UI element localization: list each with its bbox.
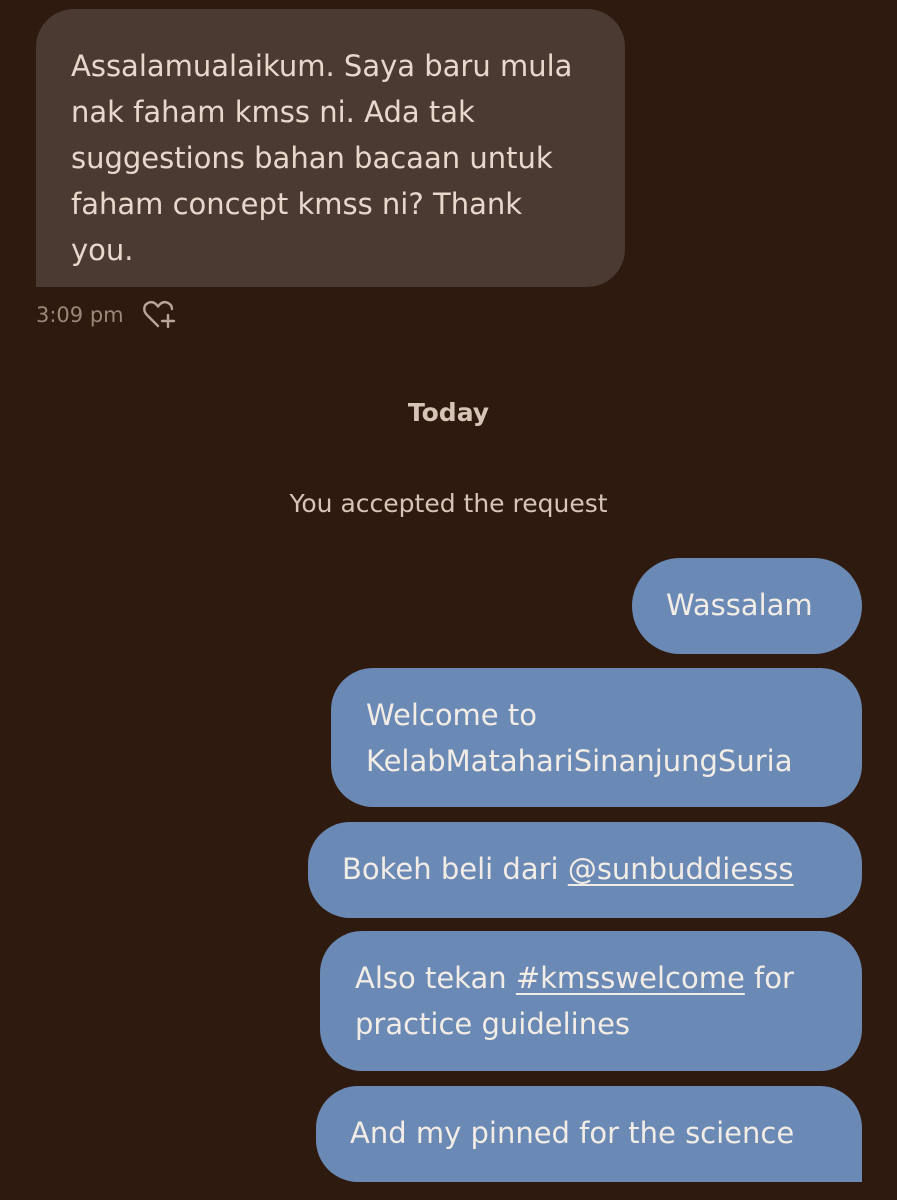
outgoing-message-text: Bokeh beli dari <box>342 852 568 886</box>
heart-plus-icon[interactable] <box>142 299 178 331</box>
mention-link[interactable]: @sunbuddiesss <box>568 852 794 886</box>
outgoing-message-text: Welcome to KelabMatahariSinanjungSuria <box>366 698 793 778</box>
outgoing-message-bubble[interactable]: Wassalam <box>632 558 862 654</box>
outgoing-message-bubble[interactable]: Bokeh beli dari @sunbuddiesss <box>308 822 862 918</box>
outgoing-message-bubble[interactable]: And my pinned for the science <box>316 1086 862 1182</box>
message-meta: 3:09 pm <box>36 298 178 332</box>
incoming-message-text: Assalamualaikum. Saya baru mula nak faha… <box>71 49 573 267</box>
outgoing-message-text: Wassalam <box>666 588 813 622</box>
outgoing-message-text: Also tekan <box>355 961 516 995</box>
outgoing-message-bubble[interactable]: Also tekan #kmsswelcome for practice gui… <box>320 931 862 1071</box>
incoming-message-bubble[interactable]: Assalamualaikum. Saya baru mula nak faha… <box>36 9 625 287</box>
hashtag-link[interactable]: #kmsswelcome <box>516 961 745 995</box>
outgoing-message-text: And my pinned for the science <box>350 1116 795 1150</box>
outgoing-message-bubble[interactable]: Welcome to KelabMatahariSinanjungSuria <box>331 668 862 807</box>
message-timestamp: 3:09 pm <box>36 303 124 327</box>
day-separator: Today <box>407 398 490 427</box>
system-note: You accepted the request <box>289 489 608 518</box>
